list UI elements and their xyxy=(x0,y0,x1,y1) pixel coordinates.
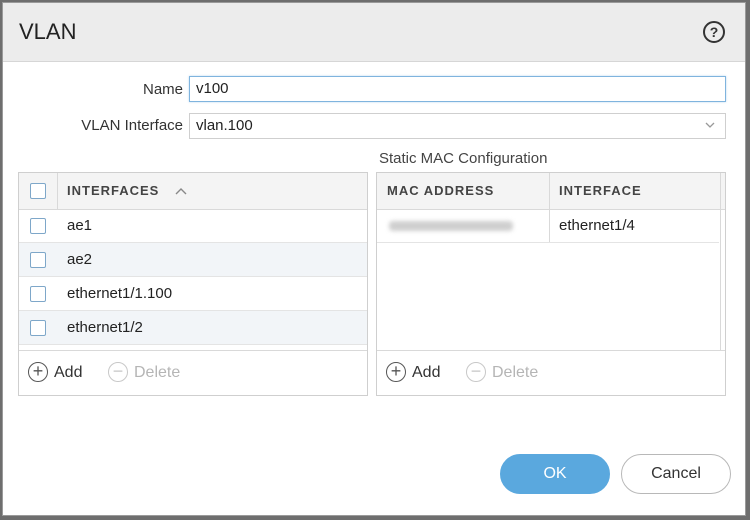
minus-circle-icon: − xyxy=(108,362,128,382)
mac-address-column-header[interactable]: MAC ADDRESS xyxy=(387,173,494,209)
add-interface-button[interactable]: + Add xyxy=(28,361,98,385)
static-mac-footer: + Add − Delete xyxy=(377,350,725,395)
minus-circle-icon: − xyxy=(466,362,486,382)
vlan-dialog: VLAN ? Name v100 VLAN Interface vlan.100… xyxy=(2,2,746,516)
table-row[interactable]: ethernet1/2 xyxy=(19,311,367,345)
ok-button[interactable]: OK xyxy=(500,454,610,494)
interface-name: ethernet1/1.100 xyxy=(67,285,173,302)
table-row[interactable]: ethernet1/1.100 xyxy=(19,277,367,311)
interfaces-panel: INTERFACES ae1 ae2 ethernet1/1.100 ether… xyxy=(18,172,368,396)
interface-column-header[interactable]: INTERFACE xyxy=(559,173,642,209)
interfaces-column-header[interactable]: INTERFACES xyxy=(67,173,159,209)
delete-mac-button[interactable]: − Delete xyxy=(466,361,556,385)
help-icon[interactable]: ? xyxy=(703,21,725,43)
static-mac-section-title: Static MAC Configuration xyxy=(379,150,548,167)
chevron-down-icon xyxy=(705,122,715,128)
plus-circle-icon: + xyxy=(28,362,48,382)
mac-address-redacted xyxy=(389,221,513,231)
add-mac-button[interactable]: + Add xyxy=(386,361,456,385)
vlan-interface-select[interactable]: vlan.100 xyxy=(189,113,726,139)
table-row[interactable]: ethernet1/4 xyxy=(377,209,719,243)
delete-interface-button[interactable]: − Delete xyxy=(108,361,198,385)
static-mac-panel: MAC ADDRESS INTERFACE ethernet1/4 + Add … xyxy=(376,172,726,396)
mac-interface: ethernet1/4 xyxy=(559,217,635,234)
row-checkbox[interactable] xyxy=(30,286,46,302)
table-row[interactable]: ae1 xyxy=(19,209,367,243)
name-label: Name xyxy=(142,81,183,98)
vlan-interface-label: VLAN Interface xyxy=(81,117,183,134)
dialog-titlebar: VLAN ? xyxy=(3,3,745,62)
cancel-button[interactable]: Cancel xyxy=(621,454,731,494)
static-mac-table-header: MAC ADDRESS INTERFACE xyxy=(377,173,725,210)
interface-name: ethernet1/2 xyxy=(67,319,143,336)
vlan-interface-value: vlan.100 xyxy=(196,117,253,134)
select-all-checkbox[interactable] xyxy=(30,183,46,199)
interfaces-table-header: INTERFACES xyxy=(19,173,367,210)
plus-circle-icon: + xyxy=(386,362,406,382)
interface-name: ae1 xyxy=(67,217,93,234)
sort-ascending-icon[interactable] xyxy=(175,187,187,195)
table-row[interactable]: ae2 xyxy=(19,243,367,277)
dialog-title: VLAN xyxy=(19,19,77,44)
name-input[interactable]: v100 xyxy=(189,76,726,102)
row-checkbox[interactable] xyxy=(30,252,46,268)
interfaces-footer: + Add − Delete xyxy=(19,350,367,395)
row-checkbox[interactable] xyxy=(30,320,46,336)
row-checkbox[interactable] xyxy=(30,218,46,234)
interface-name: ae2 xyxy=(67,251,93,268)
